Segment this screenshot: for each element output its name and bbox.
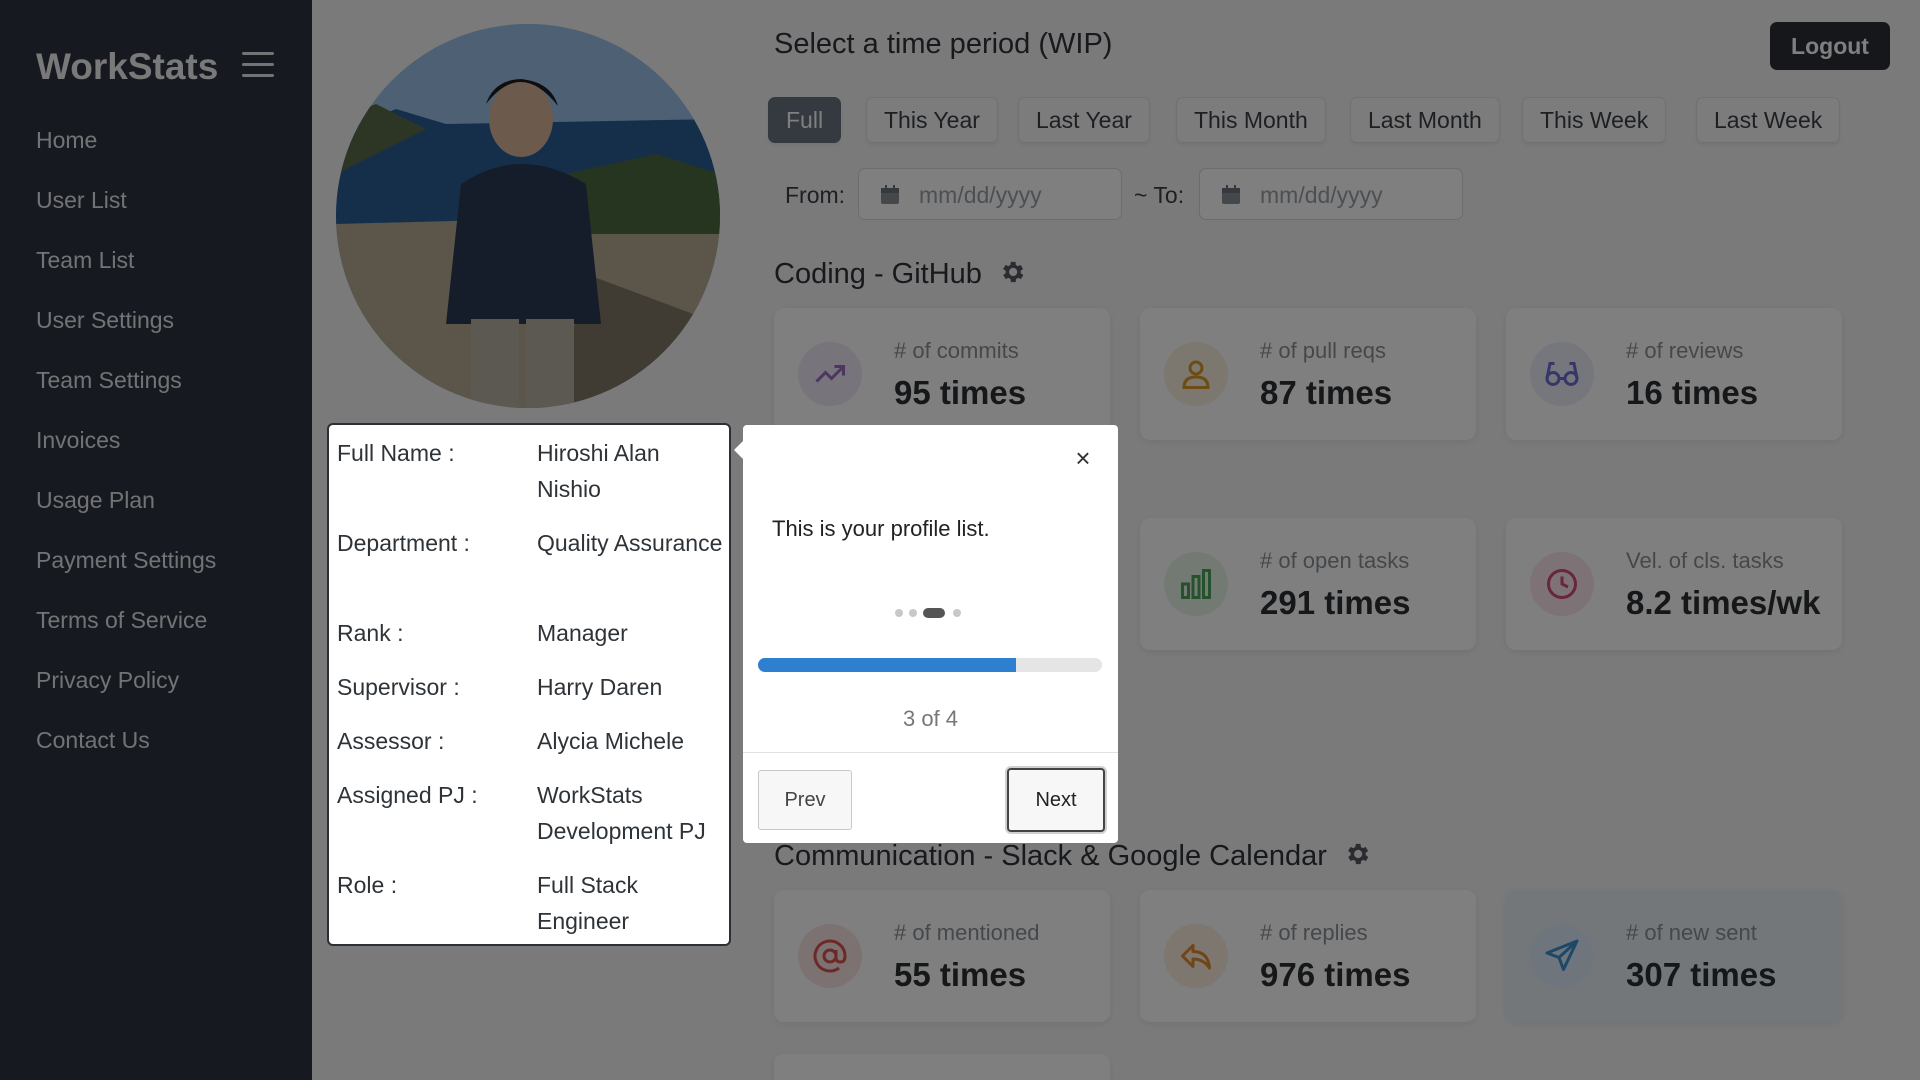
profile-value: Quality Assurance (537, 530, 723, 556)
tour-message: This is your profile list. (772, 516, 990, 541)
divider (743, 752, 1118, 753)
profile-value: WorkStats Development PJ (537, 782, 706, 844)
step-dot[interactable] (909, 609, 917, 617)
profile-key: Rank : (337, 620, 404, 646)
step-dot-current[interactable] (923, 608, 945, 618)
profile-key: Supervisor : (337, 674, 460, 700)
tour-progress-fill (758, 658, 1016, 672)
profile-value: Full Stack Engineer (537, 872, 638, 934)
step-dot[interactable] (953, 609, 961, 617)
tour-progress-bar (758, 658, 1102, 672)
profile-key: Assigned PJ : (337, 782, 478, 808)
step-dot[interactable] (895, 609, 903, 617)
prev-button[interactable]: Prev (758, 770, 852, 830)
step-counter: 3 of 4 (902, 706, 959, 731)
tour-popover: × This is your profile list. 3 of 4 Prev… (743, 425, 1118, 843)
close-icon[interactable]: × (1068, 443, 1098, 473)
profile-list: Full Name : Hiroshi Alan Nishio Departme… (327, 423, 731, 946)
profile-key: Assessor : (337, 728, 445, 754)
profile-key: Role : (337, 872, 398, 898)
profile-key: Department : (337, 530, 470, 556)
profile-value: Manager (537, 620, 628, 646)
profile-value: Harry Daren (537, 674, 663, 700)
profile-key: Full Name : (337, 440, 455, 466)
next-button[interactable]: Next (1007, 768, 1105, 832)
profile-value: Hiroshi Alan Nishio (537, 440, 660, 502)
profile-value: Alycia Michele (537, 728, 684, 754)
